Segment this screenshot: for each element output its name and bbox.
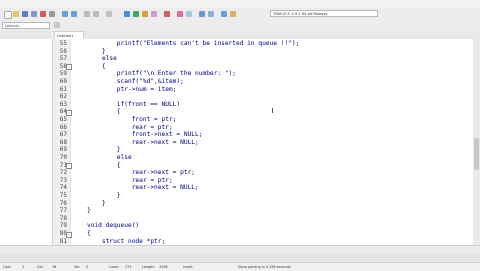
line-number: 63 xyxy=(59,100,67,108)
line-number: 59 xyxy=(59,70,67,78)
line-number: 68 xyxy=(59,138,67,146)
fold-toggle[interactable]: - xyxy=(66,231,72,238)
line-number: 66 xyxy=(59,123,67,131)
code-line: } xyxy=(87,47,106,55)
line-number: 57 xyxy=(59,55,67,63)
code-line: { xyxy=(87,230,91,237)
compiler-select[interactable]: TDM-GCC 4.9.2 64-bit Release xyxy=(270,10,378,17)
code-line: void dequeue() xyxy=(87,222,140,230)
line-number: 64 xyxy=(59,108,67,116)
redo-icon[interactable] xyxy=(71,11,77,17)
code-line: { xyxy=(87,161,121,169)
code-line: } xyxy=(87,207,91,215)
new-file-icon[interactable] xyxy=(4,11,12,19)
code-line: struct node *ptr; xyxy=(87,237,166,245)
fold-toggle[interactable]: - xyxy=(66,64,72,71)
compile-icon[interactable] xyxy=(124,11,130,17)
close-icon[interactable] xyxy=(40,11,46,17)
window-icon[interactable] xyxy=(208,11,214,17)
line-number: 69 xyxy=(59,146,67,154)
code-line: { xyxy=(87,62,106,70)
run-icon[interactable] xyxy=(133,11,139,17)
line-number: 62 xyxy=(59,93,67,101)
line-number: 75 xyxy=(59,192,67,199)
line-number: 81 xyxy=(59,237,67,245)
goto-icon[interactable] xyxy=(54,22,60,28)
compile-run-icon[interactable] xyxy=(142,11,148,17)
line-number: 65 xyxy=(59,116,67,123)
line-number: 79 xyxy=(59,222,67,230)
line-number: 70 xyxy=(59,154,67,161)
about-icon[interactable] xyxy=(221,11,227,17)
code-line: else xyxy=(87,55,117,63)
line-number: 60 xyxy=(59,78,67,85)
line-number: 58 xyxy=(59,62,67,70)
bottom-panel xyxy=(0,254,480,262)
line-number: 76 xyxy=(59,199,67,207)
debug-icon[interactable] xyxy=(164,11,170,17)
delete-profile-icon[interactable] xyxy=(186,11,192,17)
replace-icon[interactable] xyxy=(93,11,99,17)
print-icon[interactable] xyxy=(49,11,55,17)
line-number: 77 xyxy=(59,207,67,215)
code-line: else xyxy=(87,154,132,161)
menu-bar: FileEditSearchViewProjectExecuteToolsASt… xyxy=(0,0,480,16)
save-all-icon[interactable] xyxy=(31,11,37,17)
code-line: rear->next = NULL; xyxy=(87,184,199,192)
code-line: front = ptr; xyxy=(87,116,177,123)
code-line: front->next = NULL; xyxy=(87,131,203,139)
mouse-cursor xyxy=(272,108,273,113)
line-number: 61 xyxy=(59,85,67,93)
save-icon[interactable] xyxy=(22,11,28,17)
grid-icon[interactable] xyxy=(199,11,205,17)
scrollbar-thumb[interactable] xyxy=(474,138,479,170)
code-line: } xyxy=(87,199,106,207)
line-number: 80 xyxy=(59,230,67,237)
indent-icon[interactable] xyxy=(106,11,112,17)
line-number: 55 xyxy=(59,40,67,47)
line-number: 78 xyxy=(59,214,67,222)
code-line: } xyxy=(87,192,121,199)
code-line: scanf("%d",&item); xyxy=(87,78,184,85)
help-icon[interactable] xyxy=(230,11,236,17)
project-panel xyxy=(0,39,53,245)
fold-toggle[interactable]: - xyxy=(66,163,72,170)
line-number: 72 xyxy=(59,169,67,177)
file-tab[interactable]: Untitled1 xyxy=(54,31,84,39)
open-icon[interactable] xyxy=(13,11,19,17)
line-number: 71 xyxy=(59,161,67,169)
line-number: 73 xyxy=(59,176,67,184)
rebuild-icon[interactable] xyxy=(151,11,157,17)
code-line: printf("\n Enter the number: "); xyxy=(87,70,237,78)
code-line: rear = ptr; xyxy=(87,123,173,131)
line-number: 74 xyxy=(59,184,67,192)
code-line: rear->next = NULL; xyxy=(87,138,199,146)
code-line: printf("Elements can't be inserted in qu… xyxy=(87,40,300,47)
code-line: ptr->num = item; xyxy=(87,85,177,93)
scope-select[interactable]: (globals) xyxy=(2,22,50,29)
fold-toggle[interactable]: - xyxy=(66,109,72,116)
code-line: } xyxy=(87,146,121,154)
code-line: if(front == NULL) xyxy=(87,100,181,108)
chart-icon[interactable] xyxy=(177,11,183,17)
code-line: rear->next = ptr; xyxy=(87,169,196,177)
code-line: { xyxy=(87,108,121,116)
line-number: 67 xyxy=(59,131,67,139)
code-line: rear = ptr; xyxy=(87,176,173,184)
undo-icon[interactable] xyxy=(62,11,68,17)
line-number: 56 xyxy=(59,47,67,55)
find-icon[interactable] xyxy=(84,11,90,17)
